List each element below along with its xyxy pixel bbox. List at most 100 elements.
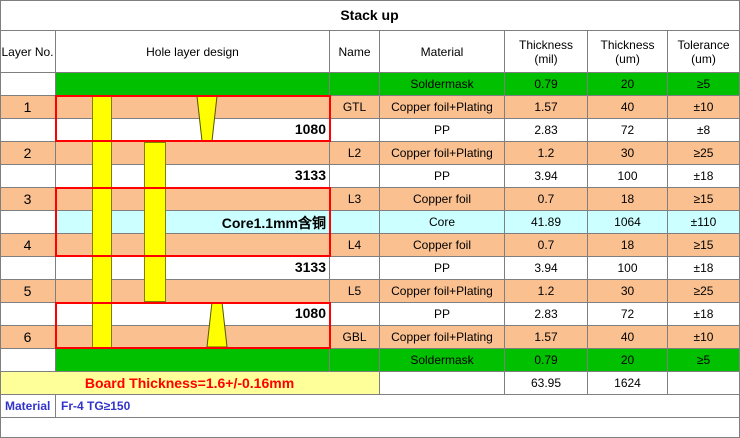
thickness-um-cell: 30 bbox=[588, 142, 668, 165]
material-label: Material bbox=[0, 395, 56, 418]
thickness-um-cell: 18 bbox=[588, 234, 668, 257]
tolerance-cell: ±110 bbox=[668, 211, 740, 234]
header-tolerance-um: Tolerance (um) bbox=[668, 31, 740, 73]
layer-no-cell bbox=[0, 119, 56, 142]
thickness-mil-cell: 2.83 bbox=[505, 119, 588, 142]
layer-name-cell: L5 bbox=[330, 280, 380, 303]
sheet-title: Stack up bbox=[0, 0, 740, 31]
layer-name-cell bbox=[330, 349, 380, 372]
layer-name-cell: L4 bbox=[330, 234, 380, 257]
layer-name-cell: L2 bbox=[330, 142, 380, 165]
layer-name-cell bbox=[330, 303, 380, 326]
thickness-mil-cell: 1.57 bbox=[505, 326, 588, 349]
thickness-um-cell: 72 bbox=[588, 303, 668, 326]
board-thickness: Board Thickness=1.6+/-0.16mm bbox=[0, 372, 380, 395]
thickness-um-cell: 40 bbox=[588, 326, 668, 349]
blank-row bbox=[0, 418, 740, 438]
thickness-um-cell: 72 bbox=[588, 119, 668, 142]
thickness-mil-cell: 3.94 bbox=[505, 165, 588, 188]
tolerance-cell: ≥15 bbox=[668, 188, 740, 211]
pp-3133-lower-label: 3133 bbox=[294, 259, 326, 275]
totals-material-empty bbox=[380, 372, 505, 395]
layer-no-cell: 4 bbox=[0, 234, 56, 257]
layer-no-cell bbox=[0, 257, 56, 280]
tolerance-cell: ≥25 bbox=[668, 142, 740, 165]
material-cell: PP bbox=[380, 257, 505, 280]
material-cell: PP bbox=[380, 165, 505, 188]
header-material: Material bbox=[380, 31, 505, 73]
stackup-sheet: Stack up Layer No. Hole layer design Nam… bbox=[0, 0, 740, 438]
hole-design-band bbox=[56, 349, 330, 372]
total-thickness-um: 1624 bbox=[588, 372, 668, 395]
header-hole-layer-design: Hole layer design bbox=[56, 31, 330, 73]
material-cell: Copper foil+Plating bbox=[380, 142, 505, 165]
thickness-um-cell: 100 bbox=[588, 165, 668, 188]
tolerance-cell: ±18 bbox=[668, 257, 740, 280]
footer-empty bbox=[330, 395, 740, 418]
highlight-box-bottom bbox=[55, 302, 331, 349]
tolerance-cell: ≥25 bbox=[668, 280, 740, 303]
thickness-mil-cell: 3.94 bbox=[505, 257, 588, 280]
pp-3133-upper-label: 3133 bbox=[294, 167, 326, 183]
thickness-um-cell: 30 bbox=[588, 280, 668, 303]
material-value: Fr-4 TG≥150 bbox=[56, 395, 330, 418]
thickness-mil-cell: 1.2 bbox=[505, 142, 588, 165]
material-cell: Soldermask bbox=[380, 349, 505, 372]
layer-no-cell bbox=[0, 303, 56, 326]
layer-name-cell bbox=[330, 211, 380, 234]
material-cell: Copper foil+Plating bbox=[380, 326, 505, 349]
material-cell: Copper foil bbox=[380, 188, 505, 211]
layer-name-cell bbox=[330, 257, 380, 280]
total-tolerance-empty bbox=[668, 372, 740, 395]
material-cell: PP bbox=[380, 303, 505, 326]
layer-name-cell: GBL bbox=[330, 326, 380, 349]
thickness-mil-cell: 2.83 bbox=[505, 303, 588, 326]
layer-name-cell bbox=[330, 165, 380, 188]
highlight-box-core bbox=[55, 187, 331, 257]
highlight-box-top bbox=[55, 95, 331, 142]
layer-name-cell: GTL bbox=[330, 96, 380, 119]
header-name: Name bbox=[330, 31, 380, 73]
layer-no-cell bbox=[0, 165, 56, 188]
header-layer-no: Layer No. bbox=[0, 31, 56, 73]
thickness-um-cell: 20 bbox=[588, 73, 668, 96]
material-cell: Core bbox=[380, 211, 505, 234]
layer-no-cell bbox=[0, 349, 56, 372]
thickness-um-cell: 20 bbox=[588, 349, 668, 372]
tolerance-cell: ±18 bbox=[668, 165, 740, 188]
layer-name-cell bbox=[330, 73, 380, 96]
thickness-mil-cell: 0.79 bbox=[505, 73, 588, 96]
thickness-mil-cell: 0.79 bbox=[505, 349, 588, 372]
layer-name-cell: L3 bbox=[330, 188, 380, 211]
thickness-um-cell: 40 bbox=[588, 96, 668, 119]
thickness-um-cell: 18 bbox=[588, 188, 668, 211]
thickness-mil-cell: 41.89 bbox=[505, 211, 588, 234]
material-cell: Soldermask bbox=[380, 73, 505, 96]
layer-name-cell bbox=[330, 119, 380, 142]
thickness-mil-cell: 1.2 bbox=[505, 280, 588, 303]
thickness-um-cell: 1064 bbox=[588, 211, 668, 234]
tolerance-cell: ±18 bbox=[668, 303, 740, 326]
thickness-mil-cell: 0.7 bbox=[505, 234, 588, 257]
layer-no-cell bbox=[0, 73, 56, 96]
tolerance-cell: ±10 bbox=[668, 326, 740, 349]
hole-design-band bbox=[56, 73, 330, 96]
thickness-mil-cell: 0.7 bbox=[505, 188, 588, 211]
tolerance-cell: ≥5 bbox=[668, 73, 740, 96]
layer-no-cell: 1 bbox=[0, 96, 56, 119]
layer-no-cell: 3 bbox=[0, 188, 56, 211]
total-thickness-mil: 63.95 bbox=[505, 372, 588, 395]
thickness-um-cell: 100 bbox=[588, 257, 668, 280]
layer-no-cell bbox=[0, 211, 56, 234]
material-cell: Copper foil+Plating bbox=[380, 96, 505, 119]
material-cell: Copper foil bbox=[380, 234, 505, 257]
tolerance-cell: ±10 bbox=[668, 96, 740, 119]
header-thickness-mil: Thickness (mil) bbox=[505, 31, 588, 73]
layer-no-cell: 2 bbox=[0, 142, 56, 165]
layer-no-cell: 6 bbox=[0, 326, 56, 349]
header-thickness-um: Thickness (um) bbox=[588, 31, 668, 73]
material-cell: PP bbox=[380, 119, 505, 142]
tolerance-cell: ≥5 bbox=[668, 349, 740, 372]
thickness-mil-cell: 1.57 bbox=[505, 96, 588, 119]
layer-no-cell: 5 bbox=[0, 280, 56, 303]
